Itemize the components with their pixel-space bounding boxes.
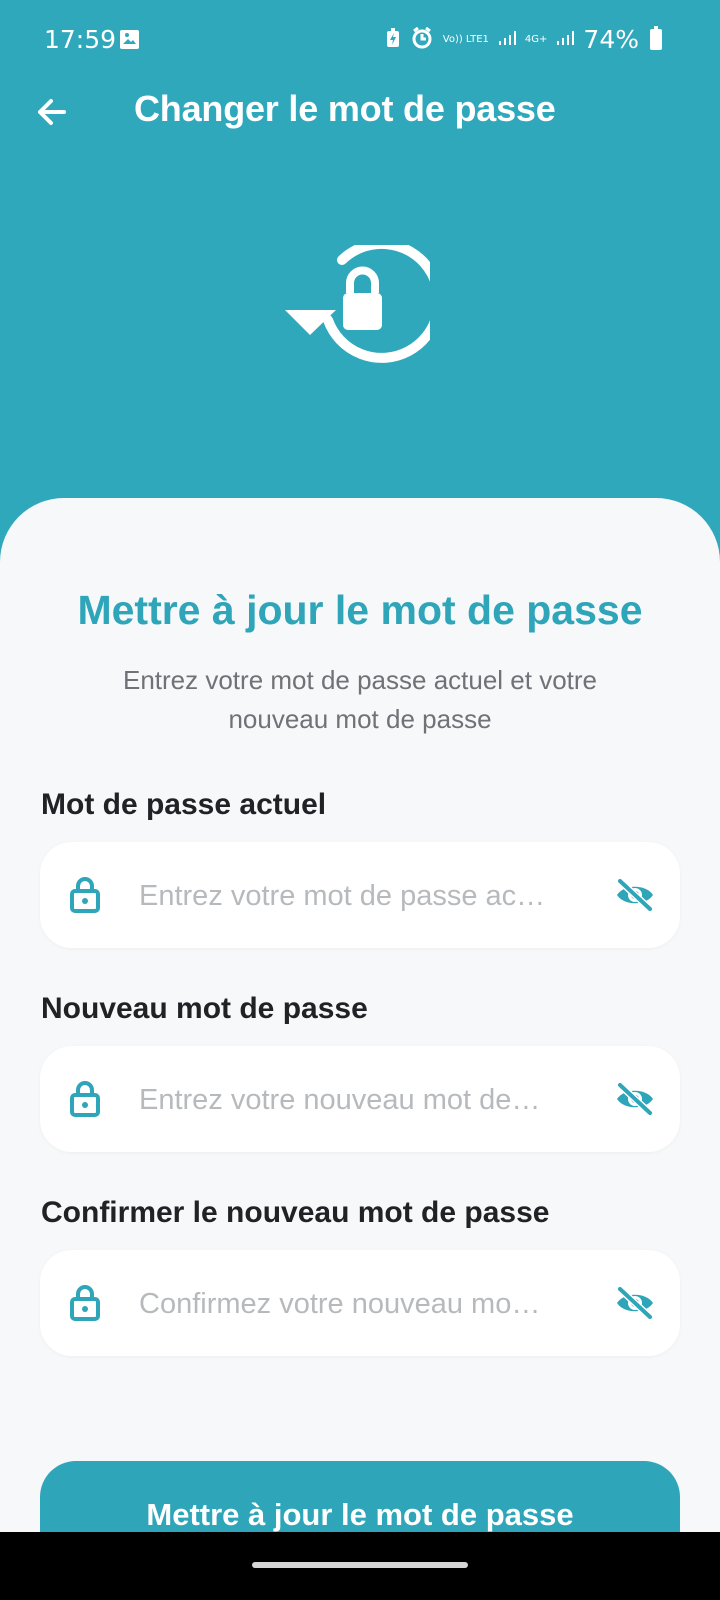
confirm-password-input[interactable] bbox=[137, 1268, 591, 1340]
lock-icon bbox=[70, 877, 100, 913]
signal-icon bbox=[498, 30, 516, 50]
status-bar: 17:59 Vo)) LTE1 4G+ 74% bbox=[0, 0, 720, 82]
page-title: Changer le mot de passe bbox=[134, 88, 556, 129]
password-change-card: Mettre à jour le mot de passe Entrez vot… bbox=[0, 498, 720, 1532]
new-password-field bbox=[40, 1046, 680, 1152]
home-gesture-handle[interactable] bbox=[252, 1562, 468, 1568]
new-password-input[interactable] bbox=[137, 1064, 591, 1136]
volte-label: Vo)) LTE1 bbox=[442, 33, 489, 45]
current-password-field bbox=[40, 842, 680, 948]
confirm-password-field bbox=[40, 1250, 680, 1356]
new-password-label: Nouveau mot de passe bbox=[41, 992, 368, 1025]
eye-off-icon[interactable] bbox=[614, 1082, 656, 1116]
arrow-left-icon bbox=[38, 99, 66, 125]
battery-icon bbox=[650, 26, 662, 50]
alarm-icon bbox=[410, 26, 434, 53]
update-password-button[interactable]: Mettre à jour le mot de passe bbox=[40, 1461, 680, 1532]
header-background-curve bbox=[0, 430, 720, 500]
app-bar: Changer le mot de passe bbox=[0, 82, 720, 138]
status-time: 17:59 bbox=[44, 25, 117, 54]
network-type-label: 4G+ bbox=[524, 33, 548, 45]
eye-off-icon[interactable] bbox=[614, 1286, 656, 1320]
form-subtitle: Entrez votre mot de passe actuel et votr… bbox=[122, 665, 598, 734]
battery-saver-icon bbox=[386, 27, 401, 52]
password-reset-lock-icon bbox=[285, 238, 444, 370]
signal-icon bbox=[556, 30, 575, 50]
confirm-password-label: Confirmer le nouveau mot de passe bbox=[41, 1196, 550, 1229]
status-indicators: Vo)) LTE1 4G+ 74% bbox=[386, 25, 662, 54]
eye-off-icon[interactable] bbox=[614, 878, 656, 912]
current-password-input[interactable] bbox=[137, 860, 591, 932]
system-navigation-bar bbox=[0, 1532, 720, 1600]
lock-icon bbox=[70, 1081, 100, 1117]
current-password-label: Mot de passe actuel bbox=[41, 788, 327, 821]
battery-percentage: 74% bbox=[583, 25, 639, 54]
lock-icon bbox=[70, 1285, 100, 1321]
form-title: Mettre à jour le mot de passe bbox=[77, 587, 643, 633]
back-button[interactable] bbox=[32, 92, 72, 132]
gallery-icon bbox=[119, 29, 140, 54]
